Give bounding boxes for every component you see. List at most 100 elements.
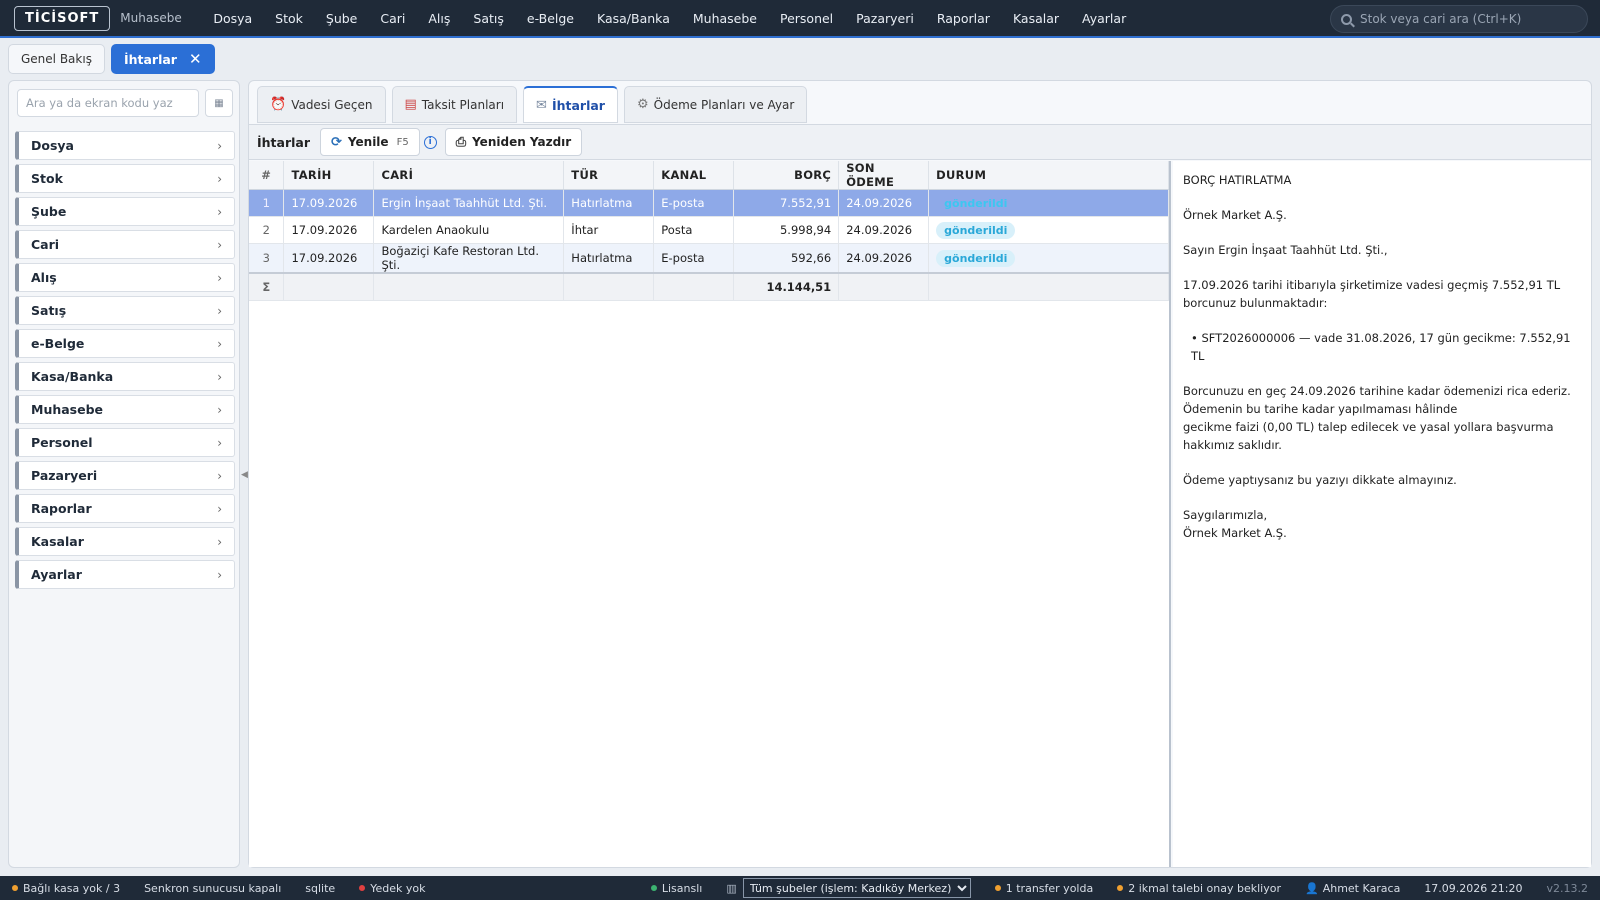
collapse-sidebar-icon[interactable]: ◀ (241, 470, 248, 480)
menu-pazaryeri[interactable]: Pazaryeri (845, 11, 926, 26)
sidebar-item-stok[interactable]: Stok › (15, 164, 235, 193)
sidebar-item-satis[interactable]: Satış › (15, 296, 235, 325)
sidebar-item-kasa-banka[interactable]: Kasa/Banka › (15, 362, 235, 391)
column-header[interactable]: SON ÖDEME (838, 161, 930, 190)
cell-cari: Boğaziçi Kafe Restoran Ltd. Şti. (373, 243, 565, 274)
sidebar-item-alis[interactable]: Alış › (15, 263, 235, 292)
status-text: 1 transfer yolda (1005, 881, 1094, 895)
sidebar-item-raporlar[interactable]: Raporlar › (15, 494, 235, 523)
sidebar-item-personel[interactable]: Personel › (15, 428, 235, 457)
refresh-icon: ⟳ (331, 134, 342, 150)
column-header[interactable]: TARİH (283, 161, 375, 190)
tab-label: Ödeme Planları ve Ayar (653, 97, 795, 112)
sidebar-item-ayarlar[interactable]: Ayarlar › (15, 560, 235, 589)
reprint-button[interactable]: ⎙ Yeniden Yazdır (444, 128, 583, 156)
cell-no: 3 (249, 243, 285, 274)
status-dot-icon (650, 885, 657, 891)
menu-ebelge[interactable]: e-Belge (515, 11, 585, 26)
sum-empty-cell (838, 272, 930, 301)
sum-empty-cell (928, 272, 1169, 301)
global-search-input[interactable] (1360, 12, 1570, 26)
letter-signature: Örnek Market A.Ş. (1183, 526, 1287, 540)
status-transfer[interactable]: 1 transfer yolda (983, 882, 1105, 895)
menu-kasa-banka[interactable]: Kasa/Banka (586, 11, 682, 26)
toolbar: İhtarlar ⟳ Yenile F5 i ⎙ Yeniden Yazdır (249, 124, 1591, 160)
chevron-right-icon: › (217, 172, 222, 186)
letter-line: Ödemenin bu tarihe kadar yapılmaması hâl… (1183, 402, 1458, 416)
page-tab-genel-bakis[interactable]: Genel Bakış (8, 44, 105, 74)
sidebar-item-ebelge[interactable]: e-Belge › (15, 329, 235, 358)
chevron-right-icon: › (217, 370, 222, 384)
chevron-right-icon: › (217, 238, 222, 252)
menu-kasalar[interactable]: Kasalar (1001, 11, 1070, 26)
column-header[interactable]: # (249, 161, 285, 190)
menu-cari[interactable]: Cari (369, 11, 417, 26)
sidebar-search-input[interactable] (17, 89, 199, 117)
sidebar-item-pazaryeri[interactable]: Pazaryeri › (15, 461, 235, 490)
table-row[interactable]: 3 17.09.2026 Boğaziçi Kafe Restoran Ltd.… (249, 243, 1169, 274)
menu-alis[interactable]: Alış (417, 11, 462, 26)
status-license: Lisanslı (639, 882, 714, 895)
menu-ayarlar[interactable]: Ayarlar (1071, 11, 1138, 26)
tab-taksit-planlari[interactable]: ▤ Taksit Planları (391, 86, 518, 123)
refresh-button[interactable]: ⟳ Yenile F5 (320, 128, 420, 156)
info-icon[interactable]: i (423, 135, 437, 149)
sidebar-item-muhasebe[interactable]: Muhasebe › (15, 395, 235, 424)
menu-personel[interactable]: Personel (768, 11, 844, 26)
sidebar-item-dosya[interactable]: Dosya › (15, 131, 235, 160)
status-sync: Senkron sunucusu kapalı (144, 881, 282, 895)
sidebar-item-cari[interactable]: Cari › (15, 230, 235, 259)
status-badge: gönderildi (944, 196, 1008, 210)
status-datetime: 17.09.2026 21:20 (1424, 881, 1523, 895)
column-header[interactable]: BORÇ (733, 161, 840, 190)
letter-bullet-text: SFT2026000006 — vade 31.08.2026, 17 gün … (1191, 331, 1571, 363)
cell-durum: gönderildi (928, 243, 1169, 274)
app-logo[interactable]: TİCİSOFT (14, 5, 111, 31)
chevron-right-icon: › (217, 205, 222, 219)
status-dot-icon (359, 885, 366, 891)
menu-raporlar[interactable]: Raporlar (925, 11, 1001, 26)
branch-select[interactable]: Tüm şubeler (işlem: Kadıköy Merkez) (742, 878, 971, 898)
column-header[interactable]: CARİ (373, 161, 565, 190)
column-header[interactable]: TÜR (563, 161, 655, 190)
column-header[interactable]: DURUM (928, 161, 1169, 190)
table-header: # TARİH CARİ TÜR KANAL BORÇ SON ÖDEME DU… (249, 161, 1169, 190)
sidebar: ▦ Dosya › Stok › Şube › Cari › Alış › Satış › … (8, 80, 240, 868)
status-db: sqlite (305, 881, 336, 895)
menu-sube[interactable]: Şube (314, 11, 368, 26)
sum-empty-cell (373, 272, 565, 301)
close-icon[interactable]: ✕ (189, 50, 202, 68)
status-user[interactable]: 👤 Ahmet Karaca (1293, 882, 1412, 895)
menu-dosya[interactable]: Dosya (202, 11, 264, 26)
table-row[interactable]: 1 17.09.2026 Ergin İnşaat Taahhüt Ltd. Ş… (249, 189, 1169, 217)
calendar-icon: ▤ (404, 97, 417, 112)
page-tab-label: Genel Bakış (21, 52, 92, 66)
letter-preview: BORÇ HATIRLATMA Örnek Market A.Ş. Sayın … (1173, 161, 1591, 867)
chevron-right-icon: › (217, 271, 222, 285)
tab-vadesi-gecen[interactable]: ⏰ Vadesi Geçen (257, 86, 386, 123)
reprint-label: Yeniden Yazdır (472, 135, 572, 149)
menu-satis[interactable]: Satış (462, 11, 515, 26)
page-tab-ihtarlar[interactable]: İhtarlar ✕ (110, 44, 215, 74)
cell-no: 2 (249, 216, 285, 244)
tab-ihtarlar[interactable]: ✉ İhtarlar (523, 86, 618, 123)
main-panel: ⏰ Vadesi Geçen ▤ Taksit Planları ✉ İhtarlar… (248, 80, 1592, 868)
sidebar-item-sube[interactable]: Şube › (15, 197, 235, 226)
column-header[interactable]: KANAL (653, 161, 735, 190)
letter-company: Örnek Market A.Ş. (1183, 208, 1287, 222)
cell-borc: 5.998,94 (733, 216, 840, 244)
status-ikmal[interactable]: 2 ikmal talebi onay bekliyor (1105, 882, 1293, 895)
sidebar-item-kasalar[interactable]: Kasalar › (15, 527, 235, 556)
table-row[interactable]: 2 17.09.2026 Kardelen Anaokulu İhtar Pos… (249, 216, 1169, 244)
tab-odeme-planlari[interactable]: ⚙ Ödeme Planları ve Ayar (623, 86, 808, 123)
menu-stok[interactable]: Stok (264, 11, 315, 26)
grid-icon[interactable]: ▦ (205, 89, 233, 117)
module-name: Muhasebe (120, 11, 182, 25)
cell-tur: Hatırlatma (563, 189, 655, 217)
status-version: v2.13.2 (1546, 881, 1589, 895)
menu-muhasebe[interactable]: Muhasebe (681, 11, 768, 26)
letter-line: Borcunuzu en geç 24.09.2026 tarihine kad… (1183, 384, 1571, 398)
sidebar-item-label: Kasa/Banka (31, 369, 114, 384)
cell-son-odeme: 24.09.2026 (838, 243, 930, 274)
top-bar: TİCİSOFT Muhasebe Dosya Stok Şube Cari A… (0, 0, 1600, 38)
